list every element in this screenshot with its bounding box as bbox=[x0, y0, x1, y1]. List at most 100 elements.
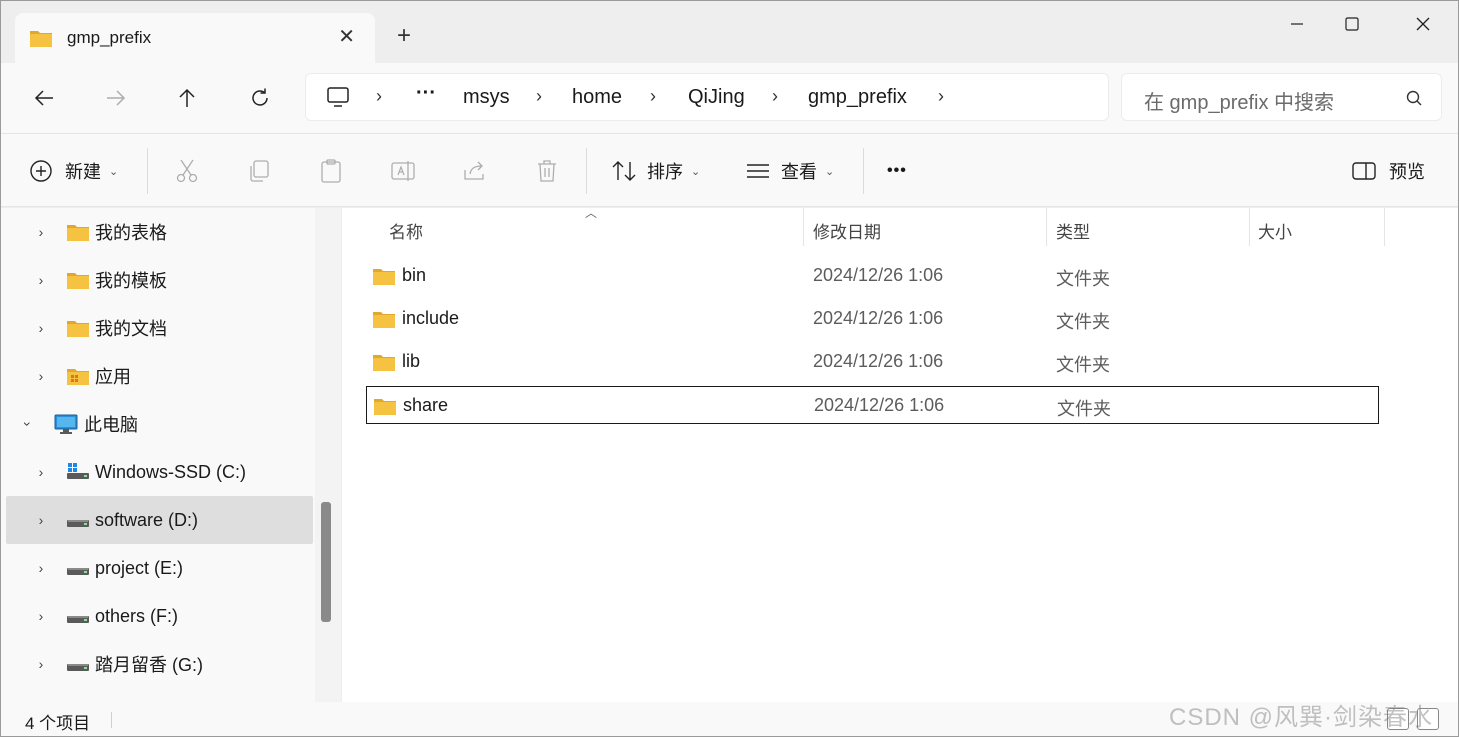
nav-label: project (E:) bbox=[95, 557, 184, 578]
chevron-right-icon[interactable]: › bbox=[938, 86, 944, 107]
delete-button[interactable] bbox=[534, 156, 560, 186]
nav-item-my-sheets[interactable]: › 我的表格 bbox=[6, 208, 313, 256]
nav-item-my-documents[interactable]: › 我的文档 bbox=[6, 304, 313, 352]
column-header-type[interactable]: 类型 bbox=[1056, 218, 1090, 243]
search-icon[interactable] bbox=[1405, 89, 1423, 112]
maximize-icon bbox=[1345, 17, 1359, 31]
address-bar[interactable]: › ··· msys › home › QiJing › gmp_prefix … bbox=[305, 73, 1109, 121]
breadcrumb-msys[interactable]: msys bbox=[463, 86, 510, 109]
refresh-button[interactable] bbox=[245, 83, 275, 113]
copy-button[interactable] bbox=[246, 156, 272, 186]
share-button[interactable] bbox=[462, 156, 488, 186]
file-row[interactable]: lib 2024/12/26 1:06 文件夹 bbox=[366, 343, 1379, 381]
view-label: 查看 bbox=[781, 162, 817, 182]
clipboard-icon bbox=[321, 159, 341, 183]
file-type: 文件夹 bbox=[1056, 269, 1110, 289]
close-window-button[interactable] bbox=[1395, 9, 1451, 39]
chevron-right-icon[interactable]: › bbox=[35, 608, 47, 624]
chevron-down-icon: ⌄ bbox=[109, 165, 119, 178]
folder-icon bbox=[373, 396, 397, 421]
folder-icon bbox=[372, 266, 396, 291]
chevron-right-icon[interactable]: › bbox=[536, 86, 542, 107]
new-label: 新建 bbox=[65, 162, 101, 182]
file-row[interactable]: include 2024/12/26 1:06 文件夹 bbox=[366, 300, 1379, 338]
folder-icon bbox=[29, 28, 53, 53]
new-button[interactable]: 新建 ⌄ bbox=[29, 156, 118, 186]
chevron-right-icon[interactable]: › bbox=[650, 86, 656, 107]
nav-item-apps[interactable]: › 应用 bbox=[6, 352, 313, 400]
column-divider[interactable] bbox=[1046, 208, 1047, 246]
nav-label: 我的文档 bbox=[95, 319, 167, 339]
column-header-name[interactable]: 名称 bbox=[389, 218, 423, 243]
chevron-right-icon[interactable]: › bbox=[35, 272, 47, 288]
file-explorer-window: gmp_prefix ✕ + › ··· msys › home › QiJin… bbox=[0, 0, 1459, 737]
more-options-button[interactable]: ••• bbox=[887, 156, 907, 186]
drive-icon bbox=[66, 657, 90, 678]
minimize-button[interactable] bbox=[1269, 9, 1325, 39]
chevron-right-icon[interactable]: › bbox=[35, 224, 47, 240]
new-tab-button[interactable]: + bbox=[397, 21, 411, 51]
breadcrumb-qijing[interactable]: QiJing bbox=[688, 86, 745, 109]
breadcrumb-overflow[interactable]: ··· bbox=[416, 82, 436, 105]
nav-label: others (F:) bbox=[95, 605, 179, 626]
file-type: 文件夹 bbox=[1057, 399, 1111, 419]
file-date: 2024/12/26 1:06 bbox=[813, 351, 944, 371]
folder-icon bbox=[372, 352, 396, 377]
paste-button[interactable] bbox=[318, 156, 344, 186]
nav-item-this-pc[interactable]: › 此电脑 bbox=[6, 400, 313, 448]
file-date: 2024/12/26 1:06 bbox=[813, 265, 944, 285]
preview-label: 预览 bbox=[1389, 162, 1425, 182]
forward-button[interactable] bbox=[101, 83, 131, 113]
nav-item-drive-c[interactable]: › Windows-SSD (C:) bbox=[6, 448, 313, 496]
arrow-right-icon bbox=[107, 90, 126, 106]
status-divider bbox=[111, 712, 112, 728]
chevron-right-icon[interactable]: › bbox=[772, 86, 778, 107]
chevron-right-icon[interactable]: › bbox=[35, 512, 47, 528]
nav-item-my-templates[interactable]: › 我的模板 bbox=[6, 256, 313, 304]
column-divider[interactable] bbox=[1249, 208, 1250, 246]
chevron-down-icon[interactable]: › bbox=[20, 418, 36, 430]
column-header-date[interactable]: 修改日期 bbox=[813, 218, 881, 243]
cut-button[interactable] bbox=[174, 156, 200, 186]
nav-scrollbar-thumb[interactable] bbox=[321, 502, 331, 622]
nav-item-drive-e[interactable]: › project (E:) bbox=[6, 544, 313, 592]
nav-label: 此电脑 bbox=[84, 415, 138, 435]
column-header-size[interactable]: 大小 bbox=[1258, 218, 1292, 243]
nav-item-drive-d[interactable]: › software (D:) bbox=[6, 496, 313, 544]
nav-item-drive-g[interactable]: › 踏月留香 (G:) bbox=[6, 640, 313, 688]
nav-item-drive-f[interactable]: › others (F:) bbox=[6, 592, 313, 640]
windows-drive-icon bbox=[66, 461, 90, 486]
back-button[interactable] bbox=[29, 83, 59, 113]
preview-pane-icon bbox=[1352, 162, 1376, 180]
sort-button[interactable]: 排序 ⌄ bbox=[611, 156, 700, 186]
breadcrumb-home[interactable]: home bbox=[572, 86, 622, 109]
chevron-right-icon[interactable]: › bbox=[376, 86, 382, 107]
breadcrumb-gmp-prefix[interactable]: gmp_prefix bbox=[808, 86, 907, 109]
chevron-right-icon[interactable]: › bbox=[35, 320, 47, 336]
chevron-right-icon[interactable]: › bbox=[35, 560, 47, 576]
preview-pane-button[interactable]: 预览 bbox=[1351, 156, 1425, 186]
rename-button[interactable] bbox=[390, 156, 416, 186]
column-divider[interactable] bbox=[803, 208, 804, 246]
file-row[interactable]: bin 2024/12/26 1:06 文件夹 bbox=[366, 257, 1379, 295]
tab-gmp-prefix[interactable]: gmp_prefix ✕ bbox=[15, 13, 375, 63]
file-type: 文件夹 bbox=[1056, 355, 1110, 375]
toolbar-divider bbox=[147, 148, 148, 194]
computer-icon[interactable] bbox=[326, 86, 350, 113]
chevron-down-icon: ⌄ bbox=[825, 165, 835, 178]
file-type: 文件夹 bbox=[1056, 312, 1110, 332]
chevron-right-icon[interactable]: › bbox=[35, 368, 47, 384]
file-row[interactable]: share 2024/12/26 1:06 文件夹 bbox=[366, 386, 1379, 424]
chevron-right-icon[interactable]: › bbox=[35, 656, 47, 672]
view-button[interactable]: 查看 ⌄ bbox=[745, 156, 834, 186]
close-tab-icon[interactable]: ✕ bbox=[338, 25, 355, 49]
navigation-bar: › ··· msys › home › QiJing › gmp_prefix … bbox=[1, 63, 1458, 133]
maximize-button[interactable] bbox=[1324, 9, 1380, 39]
search-input[interactable]: 在 gmp_prefix 中搜索 bbox=[1121, 73, 1442, 121]
file-name: include bbox=[402, 308, 460, 328]
chevron-right-icon[interactable]: › bbox=[35, 464, 47, 480]
column-divider[interactable] bbox=[1384, 208, 1385, 246]
nav-scrollbar[interactable] bbox=[315, 208, 341, 702]
up-button[interactable] bbox=[172, 83, 202, 113]
nav-label: 我的表格 bbox=[95, 223, 167, 243]
